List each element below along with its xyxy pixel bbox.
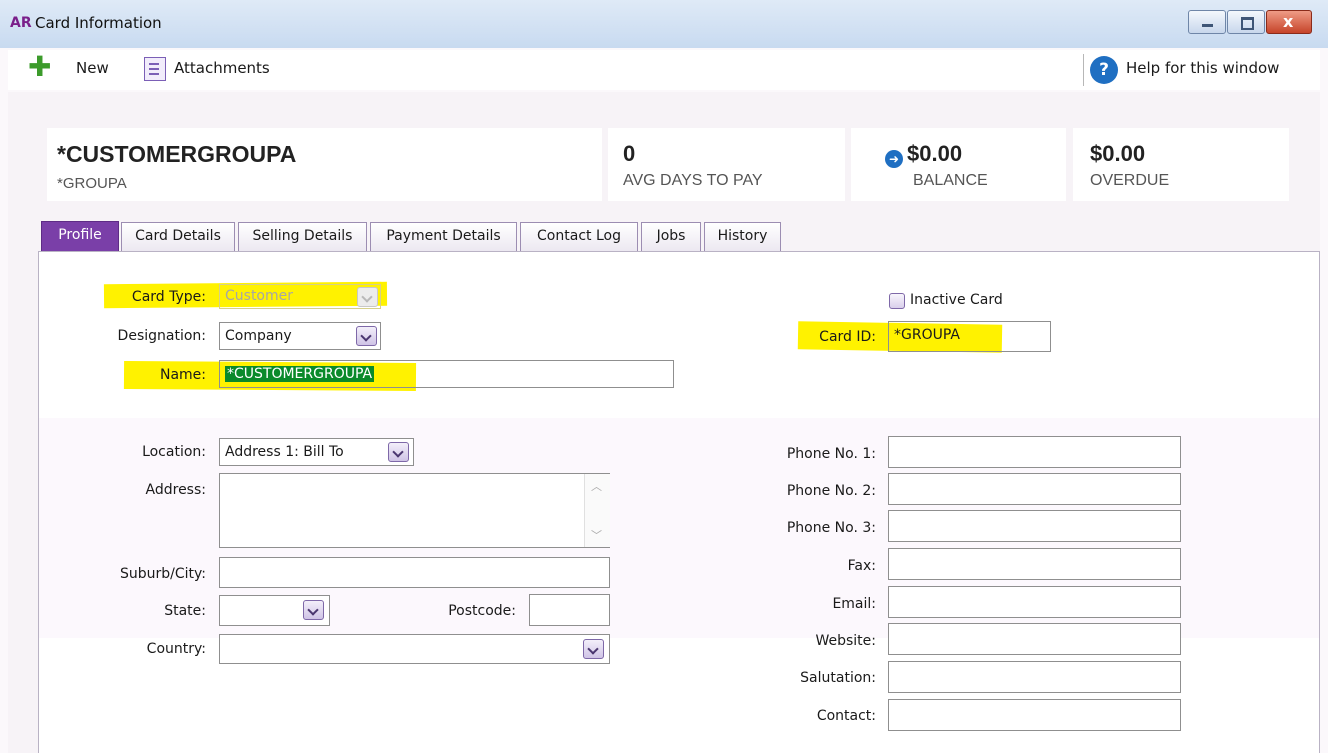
avg-days-panel (608, 128, 845, 201)
balance-arrow-icon[interactable]: ➜ (885, 150, 903, 168)
website-input[interactable] (888, 623, 1181, 655)
phone2-label: Phone No. 2: (786, 483, 876, 499)
designation-label: Designation: (117, 328, 206, 344)
close-icon: x (1283, 12, 1294, 31)
designation-dropdown-arrow-icon[interactable] (356, 326, 377, 346)
phone3-input[interactable] (888, 510, 1181, 542)
postcode-input[interactable] (529, 594, 610, 626)
help-button[interactable]: Help for this window (1126, 59, 1279, 77)
tab-payment-details[interactable]: Payment Details (370, 222, 517, 251)
location-select[interactable]: Address 1: Bill To (219, 438, 414, 466)
tab-jobs[interactable]: Jobs (641, 222, 701, 251)
tab-card-details[interactable]: Card Details (121, 222, 235, 251)
toolbar-divider (1083, 54, 1084, 86)
state-dropdown-arrow-icon[interactable] (303, 600, 324, 620)
country-dropdown-arrow-icon[interactable] (583, 639, 604, 659)
close-button[interactable]: x (1266, 10, 1312, 34)
inactive-card-label: Inactive Card (910, 292, 1003, 308)
tab-contact-log[interactable]: Contact Log (520, 222, 638, 251)
title-bar (0, 0, 1328, 48)
website-label: Website: (815, 633, 876, 649)
card-name-title: *CUSTOMERGROUPA (57, 141, 297, 167)
attachments-icon[interactable] (144, 57, 166, 81)
window-title: Card Information (35, 14, 162, 32)
avg-days-value: 0 (623, 141, 636, 166)
avg-days-label: AVG DAYS TO PAY (623, 172, 763, 189)
email-label: Email: (832, 596, 876, 612)
card-id-subtitle: *GROUPA (57, 175, 127, 192)
address-textarea[interactable] (219, 473, 610, 548)
tab-profile[interactable]: Profile (41, 221, 119, 252)
card-type-label: Card Type: (131, 289, 206, 305)
help-icon[interactable]: ? (1090, 56, 1118, 84)
fax-input[interactable] (888, 548, 1181, 580)
suburb-label: Suburb/City: (119, 566, 206, 582)
phone2-input[interactable] (888, 473, 1181, 505)
tab-selling-details[interactable]: Selling Details (238, 222, 367, 251)
phone1-input[interactable] (888, 436, 1181, 468)
inactive-card-checkbox[interactable] (889, 293, 905, 309)
attachments-button[interactable]: Attachments (174, 59, 270, 77)
card-id-label: Card ID: (819, 329, 876, 345)
minimize-button[interactable] (1188, 10, 1226, 34)
email-input[interactable] (888, 586, 1181, 618)
name-input[interactable]: *CUSTOMERGROUPA (219, 360, 674, 388)
location-dropdown-arrow-icon[interactable] (388, 442, 409, 462)
state-label: State: (164, 603, 206, 619)
new-plus-icon[interactable]: ✚ (28, 53, 51, 81)
name-input-value: *CUSTOMERGROUPA (225, 366, 375, 382)
card-type-dropdown-arrow-icon (357, 287, 378, 307)
location-label: Location: (142, 444, 206, 460)
salutation-label: Salutation: (800, 670, 876, 686)
country-label: Country: (146, 641, 206, 657)
contact-input[interactable] (888, 699, 1181, 731)
balance-value: $0.00 (907, 141, 963, 166)
phone3-label: Phone No. 3: (786, 520, 876, 536)
app-icon: AR (10, 15, 32, 31)
scroll-down-icon[interactable]: ﹀ (591, 527, 602, 543)
country-select[interactable] (219, 634, 610, 664)
new-button[interactable]: New (76, 59, 109, 77)
contact-label: Contact: (816, 708, 876, 724)
overdue-value: $0.00 (1090, 141, 1146, 166)
scroll-up-icon[interactable]: ︿ (591, 478, 602, 494)
overdue-label: OVERDUE (1090, 172, 1170, 189)
balance-label: BALANCE (913, 172, 988, 189)
address-label: Address: (145, 482, 206, 498)
tab-history[interactable]: History (704, 222, 781, 251)
phone1-label: Phone No. 1: (786, 446, 876, 462)
fax-label: Fax: (847, 558, 876, 574)
suburb-input[interactable] (219, 557, 610, 588)
postcode-label: Postcode: (448, 603, 516, 619)
name-label: Name: (159, 367, 206, 383)
maximize-button[interactable] (1227, 10, 1265, 34)
salutation-input[interactable] (888, 661, 1181, 693)
card-id-input[interactable]: *GROUPA (888, 321, 1051, 352)
